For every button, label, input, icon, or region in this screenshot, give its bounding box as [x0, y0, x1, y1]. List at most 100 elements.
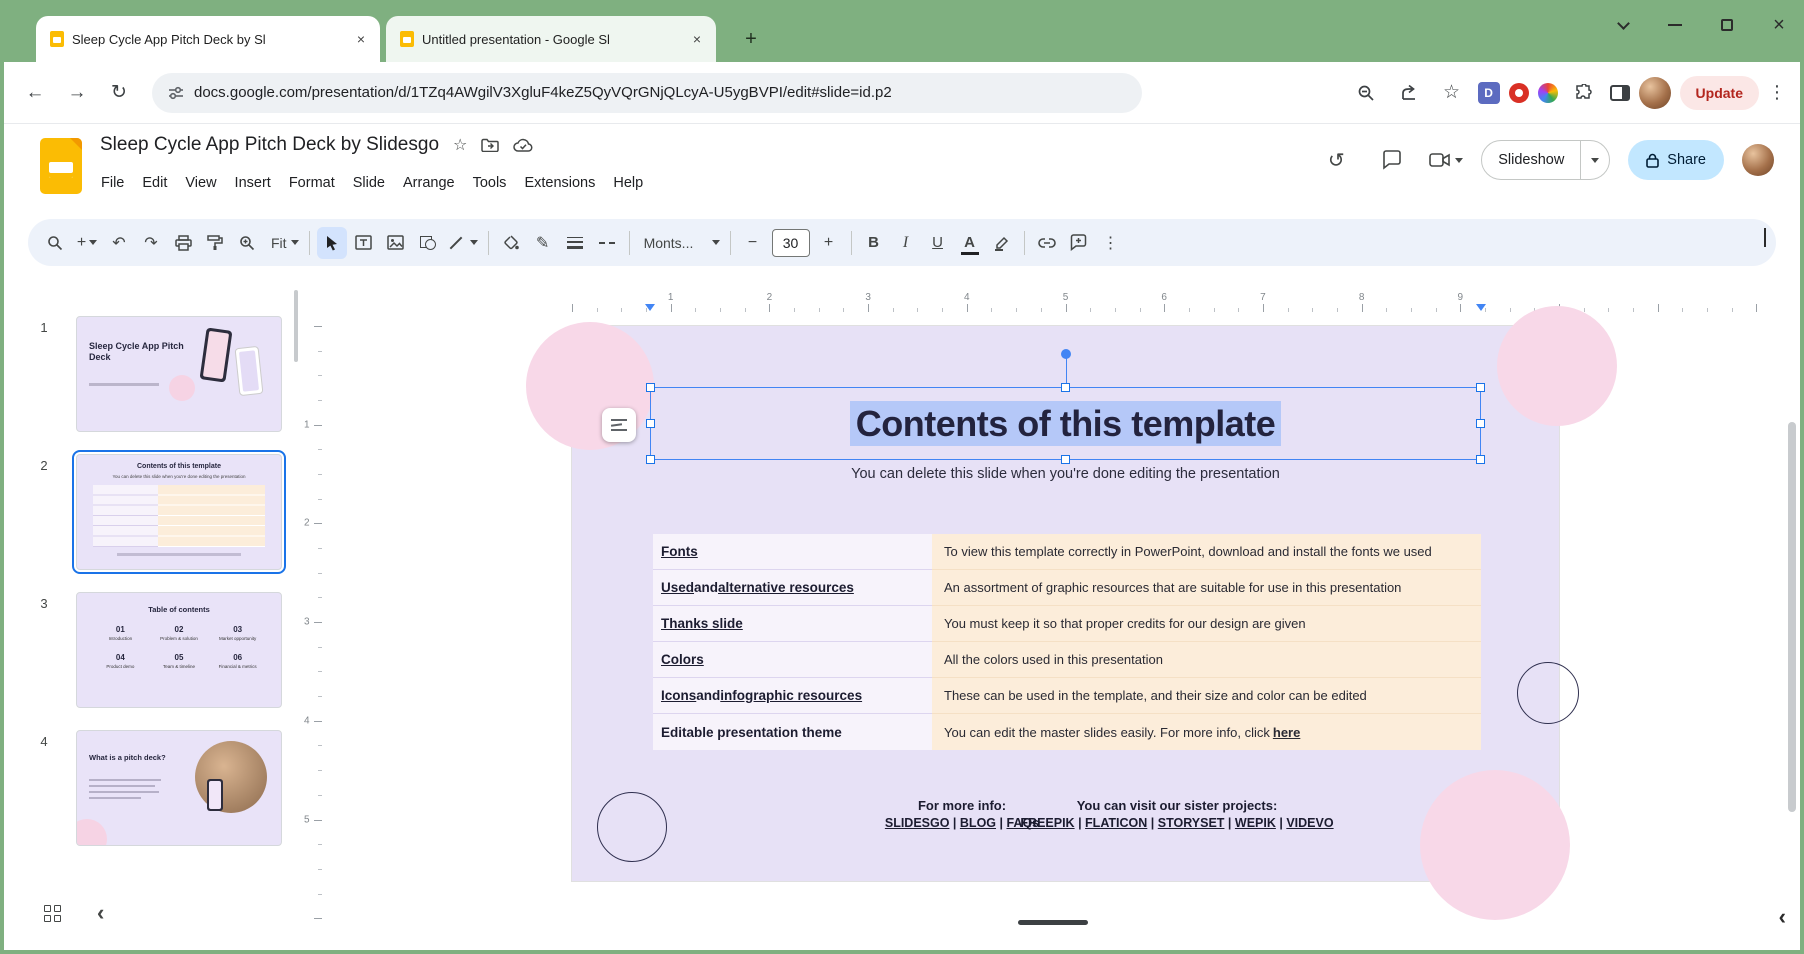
redo-icon[interactable]: ↷: [136, 227, 166, 259]
slide-page[interactable]: Contents of this template You can delete…: [572, 326, 1559, 881]
indent-marker-left[interactable]: [645, 304, 655, 311]
select-tool-icon[interactable]: [317, 227, 347, 259]
fill-color-icon[interactable]: [496, 227, 526, 259]
tab-untitled-presentation[interactable]: Untitled presentation - Google Sl ×: [386, 16, 716, 62]
hide-menus-icon[interactable]: [1764, 228, 1766, 246]
move-to-folder-icon[interactable]: [481, 138, 499, 152]
close-button[interactable]: ×: [1764, 10, 1794, 40]
document-title[interactable]: Sleep Cycle App Pitch Deck by Slidesgo: [100, 134, 439, 156]
site-info-icon[interactable]: [168, 85, 184, 101]
selection-handle[interactable]: [1476, 383, 1485, 392]
maximize-button[interactable]: [1712, 10, 1742, 40]
text-color-icon[interactable]: A: [955, 227, 985, 259]
menu-slide[interactable]: Slide: [344, 170, 394, 196]
reload-icon[interactable]: ↻: [102, 76, 136, 110]
tab-close-icon[interactable]: ×: [352, 30, 370, 48]
slide-subtitle-text[interactable]: You can delete this slide when you're do…: [572, 466, 1559, 482]
print-icon[interactable]: [168, 227, 198, 259]
menu-edit[interactable]: Edit: [133, 170, 176, 196]
back-icon[interactable]: ←: [18, 76, 52, 110]
decrease-font-size-icon[interactable]: −: [738, 227, 768, 259]
menu-format[interactable]: Format: [280, 170, 344, 196]
menu-help[interactable]: Help: [604, 170, 652, 196]
toolbar-search-icon[interactable]: [40, 227, 70, 259]
bookmark-star-icon[interactable]: ☆: [1435, 76, 1469, 110]
extensions-puzzle-icon[interactable]: [1567, 76, 1601, 110]
selection-handle[interactable]: [1476, 419, 1485, 428]
bold-icon[interactable]: B: [859, 227, 889, 259]
extension-d-icon[interactable]: D: [1478, 82, 1500, 104]
menu-tools[interactable]: Tools: [464, 170, 516, 196]
text-box-tool-icon[interactable]: [349, 227, 379, 259]
menu-file[interactable]: File: [92, 170, 133, 196]
increase-font-size-icon[interactable]: +: [814, 227, 844, 259]
menu-extensions[interactable]: Extensions: [515, 170, 604, 196]
border-weight-icon[interactable]: [560, 227, 590, 259]
tab-close-icon[interactable]: ×: [688, 30, 706, 48]
slide-thumbnail-3[interactable]: Table of contents 01Introduction02Proble…: [76, 592, 282, 708]
menu-view[interactable]: View: [176, 170, 225, 196]
selection-handle[interactable]: [1061, 383, 1070, 392]
slide-thumbnail-2[interactable]: Contents of this template You can delete…: [76, 454, 282, 570]
slideshow-button[interactable]: Slideshow: [1481, 140, 1610, 180]
insert-shape-icon[interactable]: [413, 227, 443, 259]
camera-dropdown-icon[interactable]: [1455, 158, 1463, 163]
tab-sleep-cycle-deck[interactable]: Sleep Cycle App Pitch Deck by Sl ×: [36, 16, 380, 62]
slideshow-label[interactable]: Slideshow: [1482, 141, 1580, 179]
selection-handle[interactable]: [1061, 455, 1070, 464]
forward-icon[interactable]: →: [60, 76, 94, 110]
paint-format-icon[interactable]: [200, 227, 230, 259]
font-size-input[interactable]: 30: [772, 229, 810, 257]
selection-handle[interactable]: [1476, 455, 1485, 464]
share-button[interactable]: Share: [1628, 140, 1724, 180]
update-button[interactable]: Update: [1680, 76, 1759, 110]
canvas-scrollbar[interactable]: [1788, 422, 1796, 812]
zoom-select[interactable]: Fit: [264, 227, 302, 259]
slideshow-dropdown-icon[interactable]: [1581, 141, 1609, 179]
extension-colorful-icon[interactable]: [1538, 83, 1558, 103]
text-box-options-chip[interactable]: [602, 408, 636, 442]
selection-handle[interactable]: [646, 383, 655, 392]
account-avatar[interactable]: [1742, 144, 1774, 176]
rotation-handle[interactable]: [1061, 349, 1071, 359]
collapse-panel-icon[interactable]: ‹: [1779, 904, 1786, 930]
tab-search-chevron-icon[interactable]: [1608, 10, 1638, 40]
selection-handle[interactable]: [646, 455, 655, 464]
font-family-select[interactable]: Monts...: [637, 227, 723, 259]
toolbar-more-icon[interactable]: ⋮: [1096, 227, 1126, 259]
footer-sister-projects[interactable]: You can visit our sister projects: FREEP…: [1012, 798, 1342, 830]
border-color-icon[interactable]: ✎: [528, 227, 558, 259]
collapse-filmstrip-icon[interactable]: ‹: [97, 900, 104, 926]
insert-image-icon[interactable]: [381, 227, 411, 259]
slide-thumbnail-4[interactable]: What is a pitch deck?: [76, 730, 282, 846]
browser-menu-icon[interactable]: ⋮: [1768, 82, 1786, 103]
menu-insert[interactable]: Insert: [226, 170, 280, 196]
indent-marker-right[interactable]: [1476, 304, 1486, 311]
insert-line-icon[interactable]: [445, 227, 481, 259]
zoom-tool-icon[interactable]: [232, 227, 262, 259]
menu-arrange[interactable]: Arrange: [394, 170, 464, 196]
url-bar[interactable]: docs.google.com/presentation/d/1TZq4AWgi…: [152, 73, 1142, 113]
underline-icon[interactable]: U: [923, 227, 953, 259]
side-panel-icon[interactable]: [1610, 85, 1630, 101]
insert-link-icon[interactable]: [1032, 227, 1062, 259]
zoom-icon[interactable]: [1349, 76, 1383, 110]
filmstrip-scrollbar[interactable]: [294, 290, 298, 362]
speaker-notes-handle[interactable]: [1018, 920, 1088, 925]
extension-red-icon[interactable]: [1509, 83, 1529, 103]
new-slide-button[interactable]: +: [72, 227, 102, 259]
title-text-box[interactable]: Contents of this template: [650, 387, 1481, 460]
version-history-icon[interactable]: ↺: [1317, 141, 1355, 179]
border-dash-icon[interactable]: [592, 227, 622, 259]
new-tab-button[interactable]: +: [736, 24, 766, 54]
contents-table[interactable]: FontsTo view this template correctly in …: [653, 534, 1481, 750]
highlight-color-icon[interactable]: [987, 227, 1017, 259]
share-page-icon[interactable]: [1392, 76, 1426, 110]
add-comment-icon[interactable]: [1064, 227, 1094, 259]
comments-icon[interactable]: [1373, 141, 1411, 179]
slide-thumbnail-1[interactable]: Sleep Cycle App Pitch Deck: [76, 316, 282, 432]
meet-camera-button[interactable]: [1429, 152, 1463, 168]
cloud-status-icon[interactable]: [513, 138, 533, 152]
star-document-icon[interactable]: ☆: [453, 135, 467, 155]
grid-view-icon[interactable]: [44, 905, 61, 922]
